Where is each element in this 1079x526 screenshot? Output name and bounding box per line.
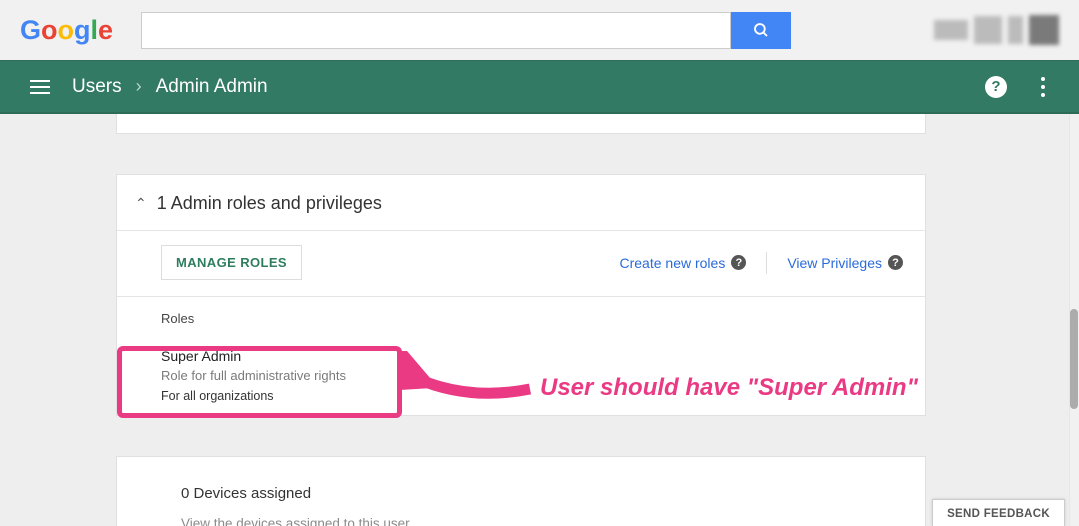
help-icon[interactable]: ? <box>731 255 746 270</box>
devices-card[interactable]: 0 Devices assigned View the devices assi… <box>116 456 926 526</box>
devices-title: 0 Devices assigned <box>181 485 925 502</box>
menu-icon[interactable] <box>30 80 50 94</box>
manage-roles-button[interactable]: MANAGE ROLES <box>161 245 302 280</box>
google-logo: Google <box>20 15 113 46</box>
create-roles-label: Create new roles <box>620 255 726 271</box>
scrollbar-thumb[interactable] <box>1070 309 1078 409</box>
role-org: For all organizations <box>161 389 925 403</box>
breadcrumb: Users › Admin Admin <box>72 76 268 98</box>
search-button[interactable] <box>731 12 791 49</box>
separator <box>766 252 767 274</box>
card-stub <box>116 114 926 134</box>
chevron-up-icon: ⌃ <box>135 195 147 212</box>
roles-card: ⌃ 1 Admin roles and privileges MANAGE RO… <box>116 174 926 416</box>
create-roles-link[interactable]: Create new roles ? <box>620 255 747 271</box>
view-privileges-link[interactable]: View Privileges ? <box>787 255 903 271</box>
role-desc: Role for full administrative rights <box>161 368 925 383</box>
roles-card-title: 1 Admin roles and privileges <box>157 193 382 214</box>
role-name: Super Admin <box>161 348 925 364</box>
search-bar <box>141 12 791 49</box>
help-icon[interactable]: ? <box>888 255 903 270</box>
roles-list-header: Roles <box>117 297 925 338</box>
devices-sub: View the devices assigned to this user <box>181 516 925 526</box>
search-icon <box>752 21 770 39</box>
account-area[interactable] <box>934 15 1059 45</box>
view-privileges-label: View Privileges <box>787 255 882 271</box>
breadcrumb-root[interactable]: Users <box>72 76 122 98</box>
scrollbar[interactable] <box>1069 114 1079 526</box>
chevron-right-icon: › <box>136 76 142 97</box>
help-icon[interactable]: ? <box>985 76 1007 98</box>
breadcrumb-current: Admin Admin <box>156 76 268 98</box>
role-row-super-admin[interactable]: Super Admin Role for full administrative… <box>117 338 925 415</box>
roles-card-header[interactable]: ⌃ 1 Admin roles and privileges <box>117 175 925 231</box>
more-icon[interactable] <box>1037 77 1049 97</box>
search-input[interactable] <box>141 12 731 49</box>
send-feedback-button[interactable]: SEND FEEDBACK <box>932 499 1065 526</box>
